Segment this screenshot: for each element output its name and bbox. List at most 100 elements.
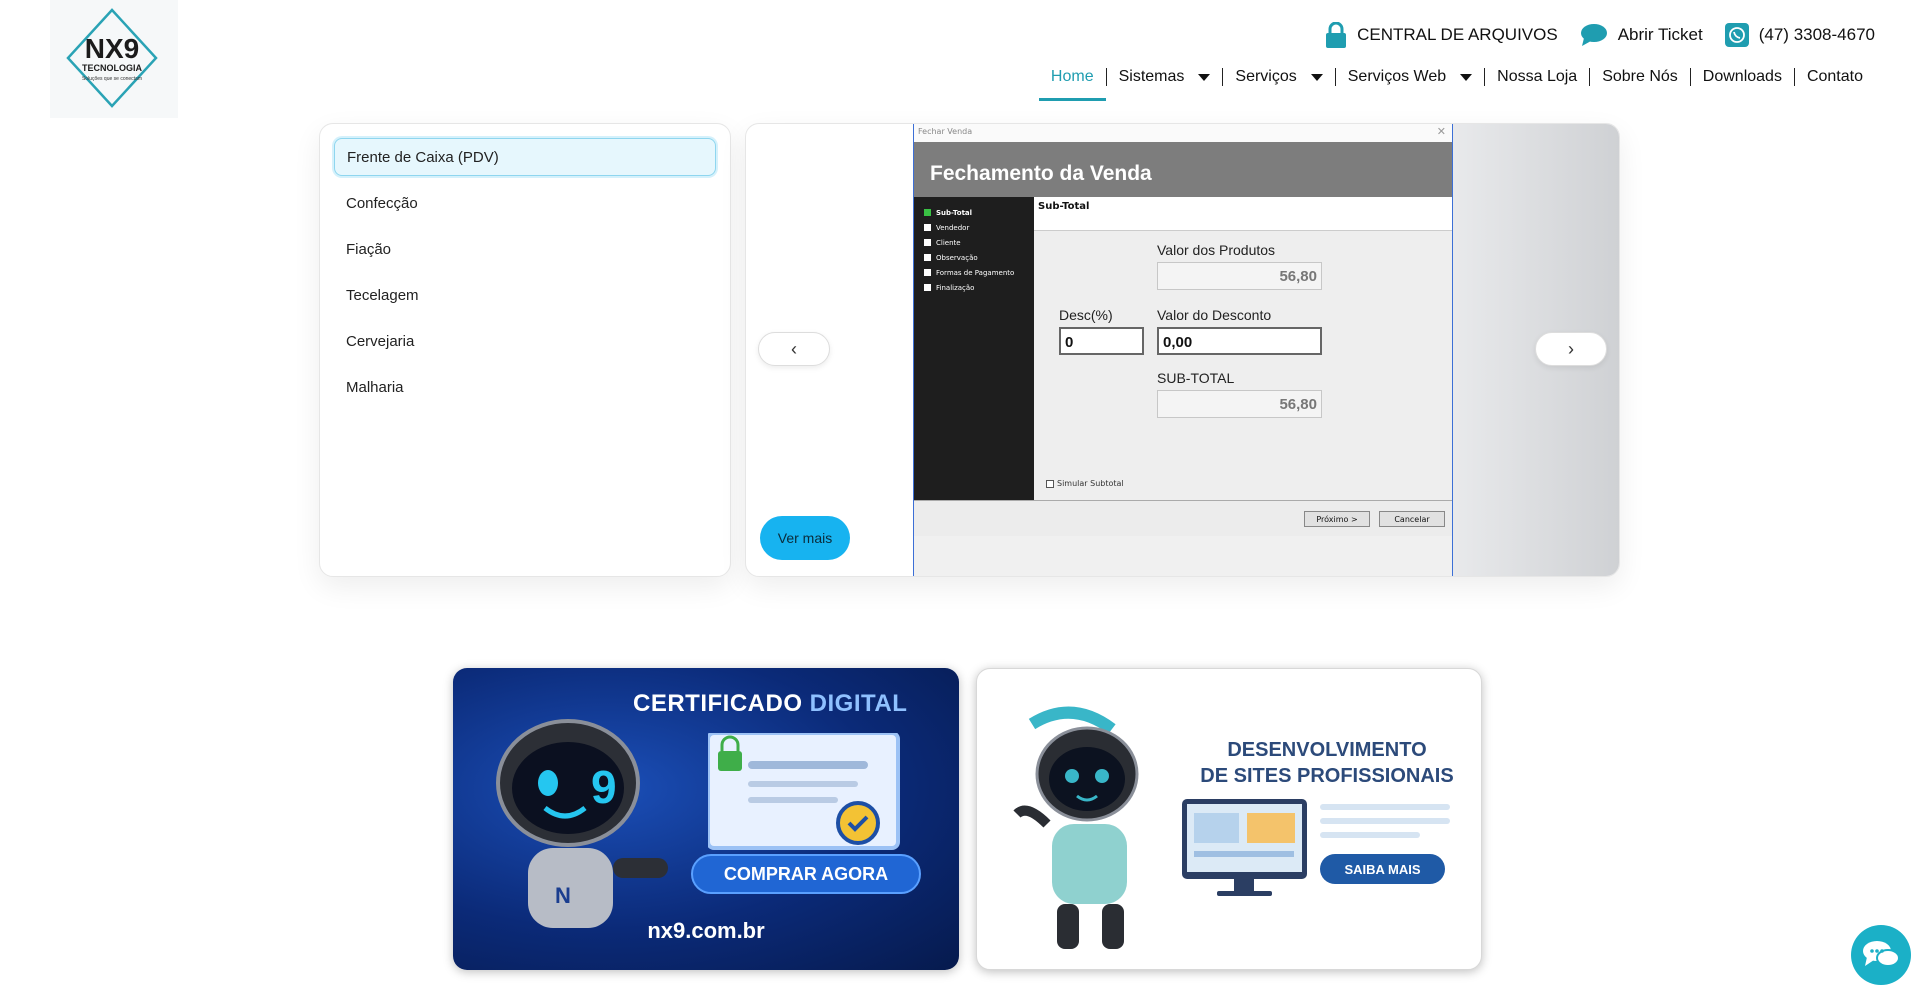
step-marker <box>924 239 931 246</box>
nav-contato-label: Contato <box>1806 68 1863 85</box>
step-label: Observação <box>936 253 978 262</box>
abrir-ticket-link[interactable]: Abrir Ticket <box>1580 23 1703 47</box>
carousel-next-button[interactable]: › <box>1535 332 1607 366</box>
caret-down-icon <box>1310 73 1323 81</box>
step-item: Vendedor <box>914 220 1034 235</box>
sites-title-line-2: DE SITES PROFISSIONAIS <box>1200 765 1454 787</box>
certificate-document-icon <box>708 733 900 850</box>
svg-text:N: N <box>555 883 571 908</box>
step-active-marker <box>924 209 931 216</box>
nav-home[interactable]: Home <box>1038 66 1106 101</box>
product-carousel: Fechar Venda ✕ Fechamento da Venda Sub-To… <box>745 123 1620 577</box>
saiba-mais-button[interactable]: SAIBA MAIS <box>1320 854 1445 884</box>
chat-fab-button[interactable] <box>1851 925 1911 985</box>
window-title-text: Fechar Venda <box>918 127 973 136</box>
system-option-cervejaria[interactable]: Cervejaria <box>334 322 716 360</box>
logo[interactable]: NX9 TECNOLOGIA Soluções que se conectam <box>50 0 178 118</box>
window-footer: Próximo > Cancelar <box>914 500 1452 536</box>
nav-sobre-nos-label: Sobre Nós <box>1602 68 1678 85</box>
step-label: Sub-Total <box>936 208 973 217</box>
desenvolvimento-sites-banner[interactable]: DESENVOLVIMENTO DE SITES PROFISSIONAIS SA… <box>976 668 1482 970</box>
nav-home-label: Home <box>1050 68 1094 85</box>
sites-title: DESENVOLVIMENTO DE SITES PROFISSIONAIS <box>1187 737 1467 789</box>
step-marker <box>924 284 931 291</box>
nav-sobre-nos[interactable]: Sobre Nós <box>1590 66 1690 88</box>
top-utility-bar: CENTRAL DE ARQUIVOS Abrir Ticket (47) 33… <box>1325 22 1875 48</box>
subtotal-field: 56,80 <box>1157 390 1322 418</box>
step-marker <box>924 269 931 276</box>
valor-desconto-field: 0,00 <box>1157 327 1322 355</box>
nav-servicos-label: Serviços <box>1235 68 1297 85</box>
nav-contato[interactable]: Contato <box>1795 66 1875 88</box>
step-label: Formas de Pagamento <box>936 268 1015 277</box>
certificado-title-a: CERTIFICADO <box>633 690 810 717</box>
chat-icon <box>1863 941 1900 967</box>
text-lines-decoration <box>1320 804 1450 838</box>
step-label: Finalização <box>936 283 975 292</box>
sites-title-line-1: DESENVOLVIMENTO <box>1227 739 1427 761</box>
comprar-agora-button[interactable]: COMPRAR AGORA <box>691 854 921 894</box>
step-item: Formas de Pagamento <box>914 265 1034 280</box>
phone-number: (47) 3308-4670 <box>1758 25 1875 44</box>
step-item: Observação <box>914 250 1034 265</box>
caret-down-icon <box>1460 73 1473 81</box>
close-icon: ✕ <box>1436 125 1446 138</box>
site-url: nx9.com.br <box>647 918 765 943</box>
step-label: Cliente <box>936 238 961 247</box>
simular-subtotal-checkbox: Simular Subtotal <box>1046 479 1124 488</box>
window-heading: Fechamento da Venda <box>914 142 1452 197</box>
simular-subtotal-label: Simular Subtotal <box>1057 479 1124 488</box>
system-option-fiacao[interactable]: Fiação <box>334 230 716 268</box>
valor-produtos-field: 56,80 <box>1157 262 1322 290</box>
section-header: Sub-Total <box>1034 197 1452 231</box>
subtotal-label: SUB-TOTAL <box>1157 370 1235 386</box>
nav-downloads[interactable]: Downloads <box>1691 66 1794 88</box>
central-arquivos-link[interactable]: CENTRAL DE ARQUIVOS <box>1325 22 1558 48</box>
certificado-title-b: DIGITAL <box>809 690 908 717</box>
svg-text:9: 9 <box>591 761 617 813</box>
abrir-ticket-label: Abrir Ticket <box>1617 25 1703 44</box>
slide-screenshot-window: Fechar Venda ✕ Fechamento da Venda Sub-To… <box>913 124 1453 576</box>
nav-nossa-loja-label: Nossa Loja <box>1497 68 1578 85</box>
logo-text: NX9 <box>85 33 139 64</box>
certificado-title: CERTIFICADO DIGITAL <box>633 690 907 718</box>
logo-tagline: Soluções que se conectam <box>82 76 142 82</box>
step-marker <box>924 254 931 261</box>
nav-servicos[interactable]: Serviços <box>1223 66 1334 88</box>
subtotal-panel: Sub-Total Valor dos Produtos 56,80 Desc(… <box>1034 197 1452 500</box>
ver-mais-button[interactable]: Ver mais <box>760 516 850 560</box>
step-item: Finalização <box>914 280 1034 295</box>
chat-bubble-icon <box>1580 24 1607 46</box>
checkbox-box <box>1046 479 1054 488</box>
main-nav: Home Sistemas Serviços Serviços Web Noss… <box>1038 66 1875 101</box>
nav-sistemas[interactable]: Sistemas <box>1107 66 1223 88</box>
systems-list-card: Frente de Caixa (PDV) Confecção Fiação T… <box>319 123 731 577</box>
nav-downloads-label: Downloads <box>1702 68 1782 85</box>
desc-percent-label: Desc(%) <box>1059 307 1113 323</box>
cancelar-button: Cancelar <box>1379 511 1445 527</box>
lock-icon <box>1326 22 1347 48</box>
nav-servicos-web-label: Serviços Web <box>1347 68 1447 85</box>
system-option-confeccao[interactable]: Confecção <box>334 184 716 222</box>
window-title: Fechar Venda ✕ <box>914 124 1452 142</box>
nav-nossa-loja[interactable]: Nossa Loja <box>1485 66 1589 88</box>
step-marker <box>924 224 931 231</box>
valor-produtos-label: Valor dos Produtos <box>1157 242 1276 258</box>
steps-sidebar: Sub-Total Vendedor Cliente Observação Fo… <box>914 197 1034 500</box>
monitor-illustration <box>1182 799 1307 896</box>
whatsapp-icon <box>1724 23 1749 47</box>
robot-illustration <box>1013 706 1139 949</box>
central-arquivos-label: CENTRAL DE ARQUIVOS <box>1357 25 1558 44</box>
whatsapp-phone-link[interactable]: (47) 3308-4670 <box>1724 23 1875 47</box>
step-item: Cliente <box>914 235 1034 250</box>
nav-servicos-web[interactable]: Serviços Web <box>1336 66 1484 88</box>
proximo-button: Próximo > <box>1304 511 1370 527</box>
caret-down-icon <box>1198 73 1211 81</box>
system-option-tecelagem[interactable]: Tecelagem <box>334 276 716 314</box>
system-option-pdv[interactable]: Frente de Caixa (PDV) <box>334 138 716 176</box>
step-label: Vendedor <box>936 223 970 232</box>
certificado-digital-banner[interactable]: 9 N CERTIFICADO DIGITAL COMPRAR AGORA nx… <box>453 668 959 970</box>
system-option-malharia[interactable]: Malharia <box>334 368 716 406</box>
logo-sub: TECNOLOGIA <box>82 63 142 73</box>
carousel-prev-button[interactable]: ‹ <box>758 332 830 366</box>
